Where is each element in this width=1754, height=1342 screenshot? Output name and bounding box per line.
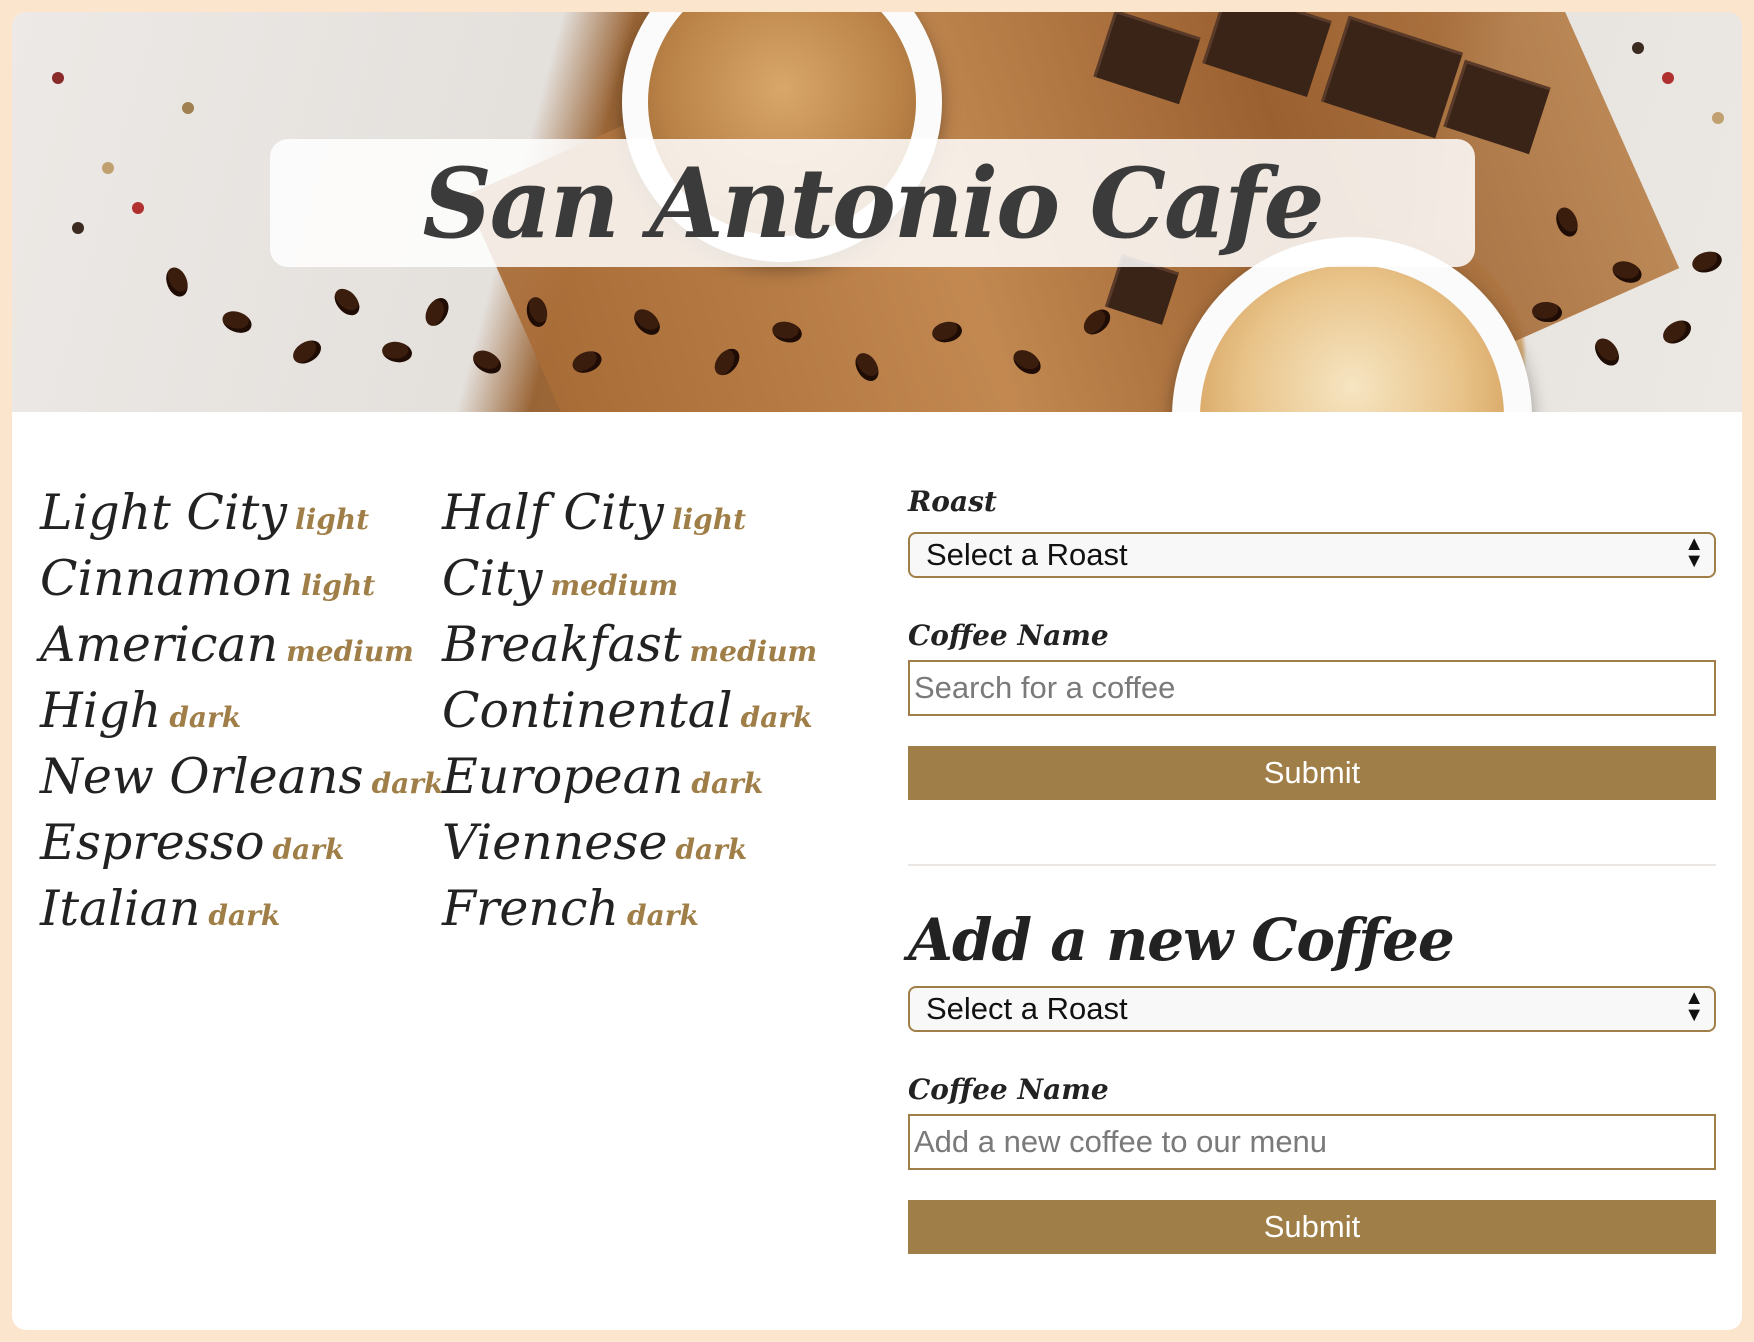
coffee-roast: medium bbox=[286, 635, 414, 668]
coffee-name: New Orleans bbox=[40, 748, 364, 805]
coffee-item: Espresso dark bbox=[40, 810, 443, 876]
coffee-bean-image bbox=[329, 284, 365, 320]
page-card: San Antonio Cafe Light City light Cinnamo… bbox=[12, 12, 1742, 1330]
coffee-name: Italian bbox=[40, 880, 201, 937]
coffee-item: Half City light bbox=[442, 480, 817, 546]
coffee-name: European bbox=[442, 748, 684, 805]
peppercorn-image bbox=[1712, 112, 1724, 124]
coffee-bean-image bbox=[1689, 248, 1725, 276]
coffee-item: French dark bbox=[442, 876, 817, 942]
coffee-bean-image bbox=[380, 339, 414, 365]
coffee-roast: dark bbox=[740, 701, 813, 734]
coffee-bean-image bbox=[289, 335, 325, 369]
coffee-name: City bbox=[442, 550, 543, 607]
new-coffee-name-label: Coffee Name bbox=[908, 1073, 1109, 1106]
coffee-name: Breakfast bbox=[442, 616, 682, 673]
select-arrows-icon: ▲ ▼ bbox=[1684, 533, 1704, 572]
coffee-item: Continental dark bbox=[442, 678, 817, 744]
select-arrows-icon: ▲ ▼ bbox=[1684, 987, 1704, 1026]
coffee-roast: medium bbox=[550, 569, 679, 602]
peppercorn-image bbox=[182, 102, 194, 114]
coffee-column-1: Light City light Cinnamon light American me… bbox=[40, 480, 443, 942]
coffee-roast: dark bbox=[675, 833, 748, 866]
forms-panel: Roast Select a Roast ▲ ▼ Coffee Name Sear… bbox=[908, 482, 1716, 1254]
coffee-name: Espresso bbox=[40, 814, 265, 871]
form-divider bbox=[908, 864, 1716, 866]
coffee-bean-image bbox=[420, 294, 454, 330]
coffee-bean-image bbox=[1659, 315, 1695, 349]
coffee-roast: dark bbox=[208, 899, 281, 932]
coffee-bean-image bbox=[469, 345, 505, 379]
coffee-bean-image bbox=[219, 307, 255, 337]
coffee-name: American bbox=[40, 616, 279, 673]
coffee-roast: medium bbox=[689, 635, 818, 668]
coffee-item: American medium bbox=[40, 612, 443, 678]
coffee-bean-image bbox=[1590, 333, 1624, 371]
add-coffee-heading: Add a new Coffee bbox=[908, 906, 1455, 974]
coffee-column-2: Half City light City medium Breakfast mediu… bbox=[442, 480, 817, 942]
coffee-name: Half City bbox=[442, 484, 664, 541]
roast-label: Roast bbox=[908, 485, 997, 518]
roast-select-value: Select a Roast bbox=[926, 537, 1128, 572]
coffee-search-input[interactable]: Search for a coffee bbox=[908, 660, 1716, 716]
coffee-item: City medium bbox=[442, 546, 817, 612]
coffee-name: Light City bbox=[40, 484, 287, 541]
roast-select[interactable]: Select a Roast ▲ ▼ bbox=[908, 532, 1716, 578]
search-form: Roast Select a Roast ▲ ▼ Coffee Name Sear… bbox=[908, 482, 1716, 800]
peppercorn-image bbox=[102, 162, 114, 174]
coffee-name-label: Coffee Name bbox=[908, 619, 1109, 652]
peppercorn-image bbox=[1662, 72, 1674, 84]
coffee-item: Breakfast medium bbox=[442, 612, 817, 678]
coffee-item: Light City light bbox=[40, 480, 443, 546]
add-coffee-submit-button[interactable]: Submit bbox=[908, 1200, 1716, 1254]
coffee-name: Cinnamon bbox=[40, 550, 294, 607]
peppercorn-image bbox=[52, 72, 64, 84]
coffee-roast: dark bbox=[691, 767, 764, 800]
coffee-roast: light bbox=[671, 503, 747, 536]
coffee-roast: dark bbox=[272, 833, 345, 866]
coffee-roast: dark bbox=[626, 899, 699, 932]
coffee-item: High dark bbox=[40, 678, 443, 744]
title-banner: San Antonio Cafe bbox=[270, 139, 1475, 267]
coffee-roast: dark bbox=[169, 701, 242, 734]
coffee-item: Italian dark bbox=[40, 876, 443, 942]
coffee-name: High bbox=[40, 682, 162, 739]
search-submit-button[interactable]: Submit bbox=[908, 746, 1716, 800]
coffee-name: French bbox=[442, 880, 619, 937]
hero-banner: San Antonio Cafe bbox=[12, 12, 1742, 412]
coffee-roast: light bbox=[301, 569, 376, 602]
new-coffee-name-input[interactable]: Add a new coffee to our menu bbox=[908, 1114, 1716, 1170]
coffee-roast: dark bbox=[371, 767, 444, 800]
coffee-item: Cinnamon light bbox=[40, 546, 443, 612]
coffee-item: Viennese dark bbox=[442, 810, 817, 876]
coffee-name: Continental bbox=[442, 682, 733, 739]
coffee-item: New Orleans dark bbox=[40, 744, 443, 810]
peppercorn-image bbox=[132, 202, 144, 214]
peppercorn-image bbox=[72, 222, 84, 234]
peppercorn-image bbox=[1632, 42, 1644, 54]
coffee-bean-image bbox=[162, 264, 192, 300]
coffee-roast: light bbox=[294, 503, 370, 536]
coffee-item: European dark bbox=[442, 744, 817, 810]
new-roast-select-value: Select a Roast bbox=[926, 991, 1128, 1026]
coffee-name: Viennese bbox=[442, 814, 668, 871]
new-roast-select[interactable]: Select a Roast ▲ ▼ bbox=[908, 986, 1716, 1032]
page-title: San Antonio Cafe bbox=[422, 146, 1324, 260]
add-coffee-form: Add a new Coffee Select a Roast ▲ ▼ Coffe… bbox=[908, 902, 1716, 1254]
